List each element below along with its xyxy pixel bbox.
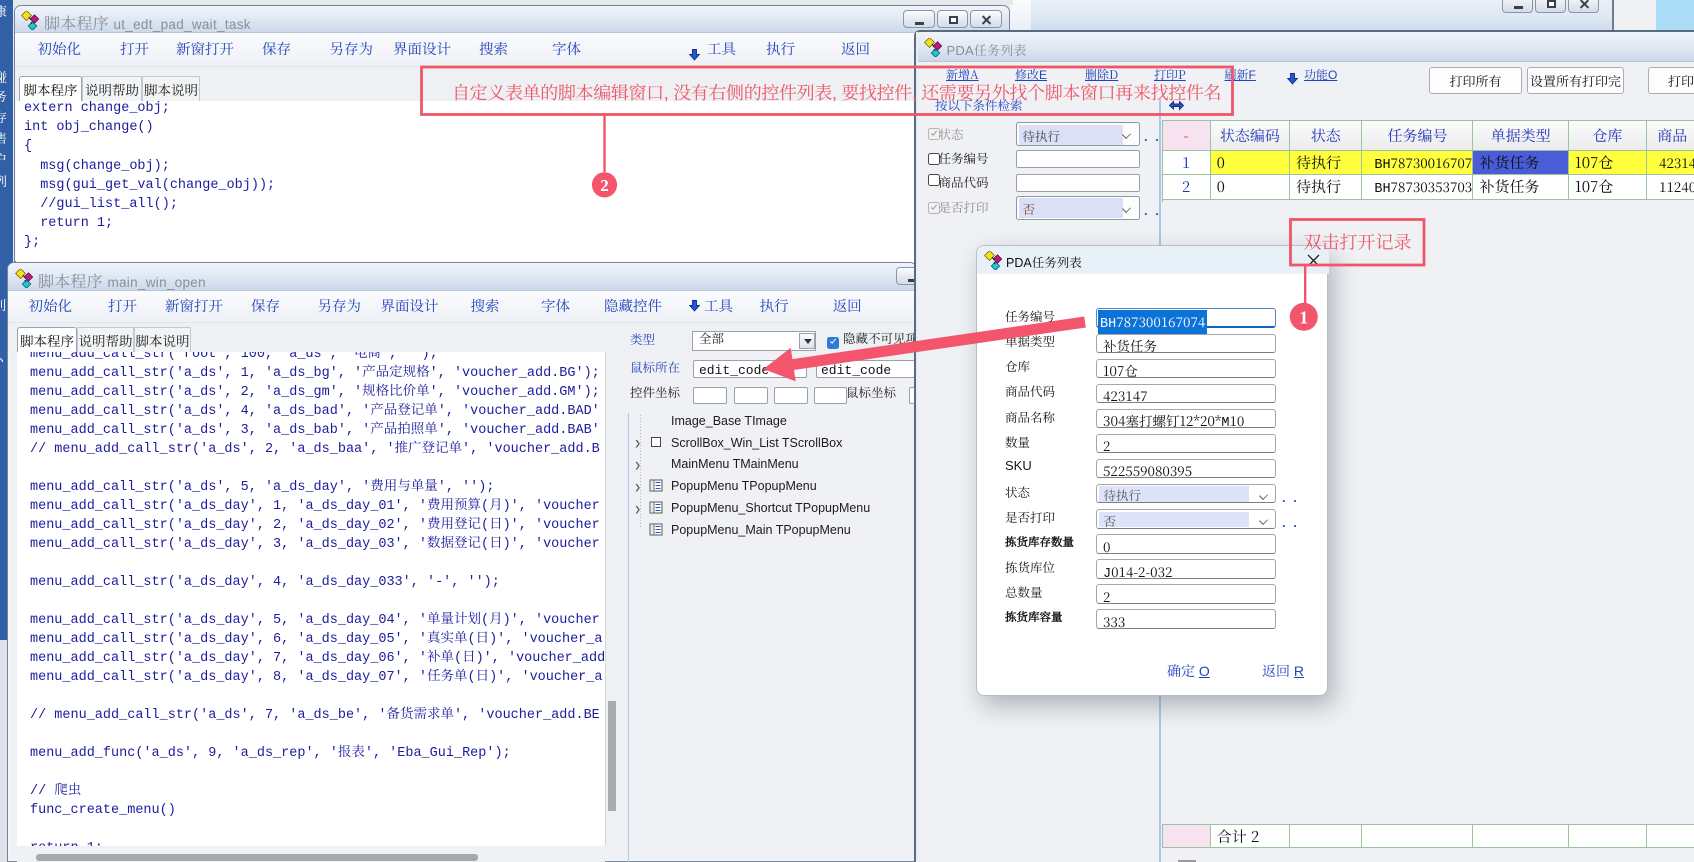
svg-text:1: 1 (1299, 308, 1308, 328)
svg-text:自定义表单的脚本编辑窗口, 没有右侧的控件列表, 要找控件,: 自定义表单的脚本编辑窗口, 没有右侧的控件列表, 要找控件, 还需要另外找个脚本… (452, 79, 1221, 105)
svg-text:双击打开记录: 双击打开记录 (1304, 229, 1412, 255)
svg-text:2: 2 (600, 176, 609, 195)
